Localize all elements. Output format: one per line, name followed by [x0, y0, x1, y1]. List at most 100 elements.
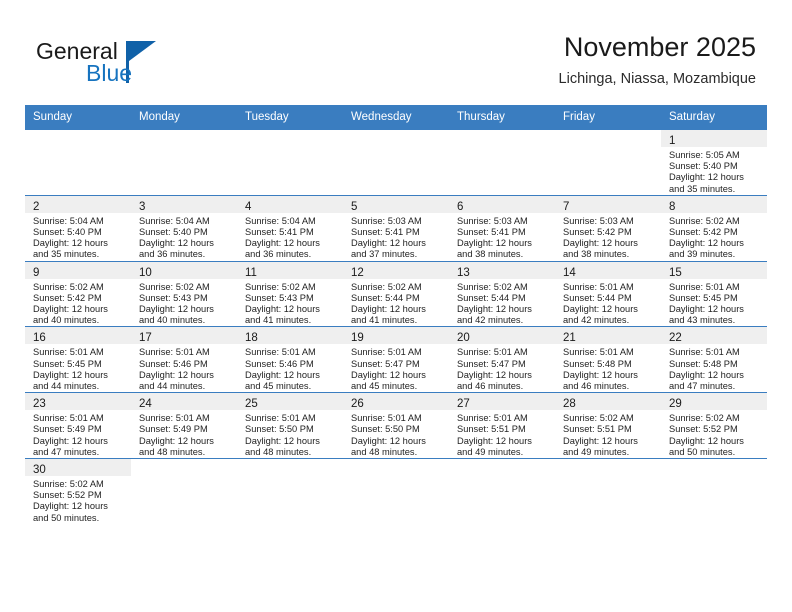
location-subtitle: Lichinga, Niassa, Mozambique	[558, 71, 756, 87]
daylight-text: Daylight: 12 hours	[457, 304, 532, 315]
day-cell-empty	[343, 129, 449, 196]
day-cell-inner: 17 Sunrise: 5:01 AM Sunset: 5:46 PM Dayligh…	[131, 327, 237, 392]
sunset-text: Sunset: 5:43 PM	[139, 292, 208, 303]
day-cell[interactable]: 23 Sunrise: 5:01 AM Sunset: 5:49 PM Dayligh…	[25, 392, 131, 459]
daylight-text-cont: and 48 minutes.	[245, 446, 312, 457]
day-cell-inner: 5 Sunrise: 5:03 AM Sunset: 5:41 PM Daylight…	[343, 195, 449, 261]
day-cell-details: Sunrise: 5:03 AM Sunset: 5:41 PM Daylight:…	[449, 213, 555, 261]
daylight-text-cont: and 44 minutes.	[33, 381, 100, 392]
day-cell[interactable]: 27 Sunrise: 5:01 AM Sunset: 5:51 PM Dayligh…	[449, 392, 555, 459]
day-cell[interactable]: 9 Sunrise: 5:02 AM Sunset: 5:42 PM Daylight…	[25, 260, 131, 327]
daylight-text-cont: and 43 minutes.	[669, 315, 736, 326]
day-cell[interactable]: 19 Sunrise: 5:01 AM Sunset: 5:47 PM Dayligh…	[343, 326, 449, 393]
day-cell-details	[25, 147, 131, 150]
daylight-text: Daylight: 12 hours	[669, 369, 744, 380]
sunrise-text: Sunrise: 5:04 AM	[139, 215, 210, 226]
triangle-flag-icon	[129, 41, 156, 61]
day-cell-details: Sunrise: 5:01 AM Sunset: 5:50 PM Daylight:…	[343, 410, 449, 458]
sunrise-text: Sunrise: 5:01 AM	[245, 413, 316, 424]
daylight-text: Daylight: 12 hours	[351, 238, 426, 249]
sunset-text: Sunset: 5:44 PM	[457, 292, 526, 303]
day-number: 21	[563, 332, 576, 345]
day-cell-details: Sunrise: 5:01 AM Sunset: 5:44 PM Daylight:…	[555, 279, 661, 327]
day-cell[interactable]: 1 Sunrise: 5:05 AM Sunset: 5:40 PM Daylight…	[661, 129, 767, 196]
day-cell-details: Sunrise: 5:04 AM Sunset: 5:41 PM Daylight:…	[237, 213, 343, 261]
day-number-band: 12	[343, 261, 449, 279]
day-cell[interactable]: 22 Sunrise: 5:01 AM Sunset: 5:48 PM Dayligh…	[661, 326, 767, 393]
day-cell-details: Sunrise: 5:02 AM Sunset: 5:44 PM Daylight:…	[449, 279, 555, 327]
day-cell-inner: 7 Sunrise: 5:03 AM Sunset: 5:42 PM Daylight…	[555, 195, 661, 261]
sunset-text: Sunset: 5:49 PM	[33, 424, 102, 435]
day-cell[interactable]: 25 Sunrise: 5:01 AM Sunset: 5:50 PM Dayligh…	[237, 392, 343, 459]
weekday-header-friday: Friday	[555, 105, 661, 130]
day-cell[interactable]: 4 Sunrise: 5:04 AM Sunset: 5:41 PM Daylight…	[237, 194, 343, 262]
day-cell[interactable]: 30 Sunrise: 5:02 AM Sunset: 5:52 PM Dayligh…	[25, 458, 131, 524]
day-cell[interactable]: 7 Sunrise: 5:03 AM Sunset: 5:42 PM Daylight…	[555, 194, 661, 262]
sunrise-text: Sunrise: 5:01 AM	[33, 413, 104, 424]
sunrise-text: Sunrise: 5:02 AM	[457, 281, 528, 292]
day-cell[interactable]: 5 Sunrise: 5:03 AM Sunset: 5:41 PM Daylight…	[343, 194, 449, 262]
day-cell[interactable]: 21 Sunrise: 5:01 AM Sunset: 5:48 PM Dayligh…	[555, 326, 661, 393]
day-number-band: 19	[343, 327, 449, 345]
daylight-text: Daylight: 12 hours	[33, 435, 108, 446]
day-number: 28	[563, 398, 576, 411]
day-cell-inner	[661, 459, 767, 524]
day-cell[interactable]: 14 Sunrise: 5:01 AM Sunset: 5:44 PM Dayligh…	[555, 260, 661, 327]
weekday-header-tuesday: Tuesday	[237, 105, 343, 130]
day-cell[interactable]: 24 Sunrise: 5:01 AM Sunset: 5:49 PM Dayligh…	[131, 392, 237, 459]
day-number-band: 8	[661, 195, 767, 213]
day-number: 13	[457, 266, 470, 279]
day-cell[interactable]: 29 Sunrise: 5:02 AM Sunset: 5:52 PM Dayligh…	[661, 392, 767, 459]
daylight-text-cont: and 41 minutes.	[245, 315, 312, 326]
sunrise-text: Sunrise: 5:03 AM	[351, 215, 422, 226]
day-number: 3	[139, 200, 146, 213]
day-number-band: 27	[449, 393, 555, 411]
day-cell[interactable]: 6 Sunrise: 5:03 AM Sunset: 5:41 PM Daylight…	[449, 194, 555, 262]
day-number-band: 13	[449, 261, 555, 279]
day-number-band: 22	[661, 327, 767, 345]
day-cell-inner: 27 Sunrise: 5:01 AM Sunset: 5:51 PM Dayligh…	[449, 393, 555, 458]
sunset-text: Sunset: 5:50 PM	[351, 424, 420, 435]
day-number-band: 17	[131, 327, 237, 345]
day-cell[interactable]: 13 Sunrise: 5:02 AM Sunset: 5:44 PM Dayligh…	[449, 260, 555, 327]
daylight-text-cont: and 47 minutes.	[669, 381, 736, 392]
sunrise-text: Sunrise: 5:01 AM	[669, 281, 740, 292]
sunrise-text: Sunrise: 5:01 AM	[457, 347, 528, 358]
daylight-text-cont: and 40 minutes.	[33, 315, 100, 326]
day-cell[interactable]: 11 Sunrise: 5:02 AM Sunset: 5:43 PM Dayligh…	[237, 260, 343, 327]
day-cell[interactable]: 20 Sunrise: 5:01 AM Sunset: 5:47 PM Dayligh…	[449, 326, 555, 393]
calendar-week-row: 9 Sunrise: 5:02 AM Sunset: 5:42 PM Daylight…	[25, 260, 767, 327]
day-cell-details	[131, 147, 237, 150]
day-cell[interactable]: 12 Sunrise: 5:02 AM Sunset: 5:44 PM Dayligh…	[343, 260, 449, 327]
day-cell[interactable]: 26 Sunrise: 5:01 AM Sunset: 5:50 PM Dayligh…	[343, 392, 449, 459]
day-cell-inner	[343, 130, 449, 195]
sunset-text: Sunset: 5:46 PM	[245, 358, 314, 369]
day-cell-inner: 23 Sunrise: 5:01 AM Sunset: 5:49 PM Dayligh…	[25, 393, 131, 458]
day-cell-inner: 20 Sunrise: 5:01 AM Sunset: 5:47 PM Dayligh…	[449, 327, 555, 392]
day-cell[interactable]: 8 Sunrise: 5:02 AM Sunset: 5:42 PM Daylight…	[661, 194, 767, 262]
day-cell[interactable]: 2 Sunrise: 5:04 AM Sunset: 5:40 PM Daylight…	[25, 194, 131, 262]
day-cell-inner: 11 Sunrise: 5:02 AM Sunset: 5:43 PM Dayligh…	[237, 261, 343, 327]
day-cell-details: Sunrise: 5:01 AM Sunset: 5:47 PM Daylight:…	[449, 344, 555, 392]
day-cell[interactable]: 17 Sunrise: 5:01 AM Sunset: 5:46 PM Dayligh…	[131, 326, 237, 393]
day-cell[interactable]: 28 Sunrise: 5:02 AM Sunset: 5:51 PM Dayligh…	[555, 392, 661, 459]
daylight-text: Daylight: 12 hours	[669, 435, 744, 446]
daylight-text-cont: and 45 minutes.	[351, 381, 418, 392]
day-number-band: 15	[661, 261, 767, 279]
day-cell[interactable]: 18 Sunrise: 5:01 AM Sunset: 5:46 PM Dayligh…	[237, 326, 343, 393]
daylight-text-cont: and 46 minutes.	[457, 381, 524, 392]
day-cell[interactable]: 3 Sunrise: 5:04 AM Sunset: 5:40 PM Daylight…	[131, 194, 237, 262]
daylight-text: Daylight: 12 hours	[563, 435, 638, 446]
day-cell-inner	[131, 130, 237, 195]
brand-logo[interactable]: General Blue	[36, 38, 236, 90]
day-number: 10	[139, 266, 152, 279]
day-cell[interactable]: 16 Sunrise: 5:01 AM Sunset: 5:45 PM Dayligh…	[25, 326, 131, 393]
day-cell-inner: 19 Sunrise: 5:01 AM Sunset: 5:47 PM Dayligh…	[343, 327, 449, 392]
brand-name-blue: Blue	[86, 60, 133, 86]
day-cell-inner	[237, 130, 343, 195]
day-cell[interactable]: 15 Sunrise: 5:01 AM Sunset: 5:45 PM Dayligh…	[661, 260, 767, 327]
day-number-band: 10	[131, 261, 237, 279]
day-cell[interactable]: 10 Sunrise: 5:02 AM Sunset: 5:43 PM Dayligh…	[131, 260, 237, 327]
day-number: 24	[139, 398, 152, 411]
sunrise-text: Sunrise: 5:02 AM	[33, 479, 104, 490]
